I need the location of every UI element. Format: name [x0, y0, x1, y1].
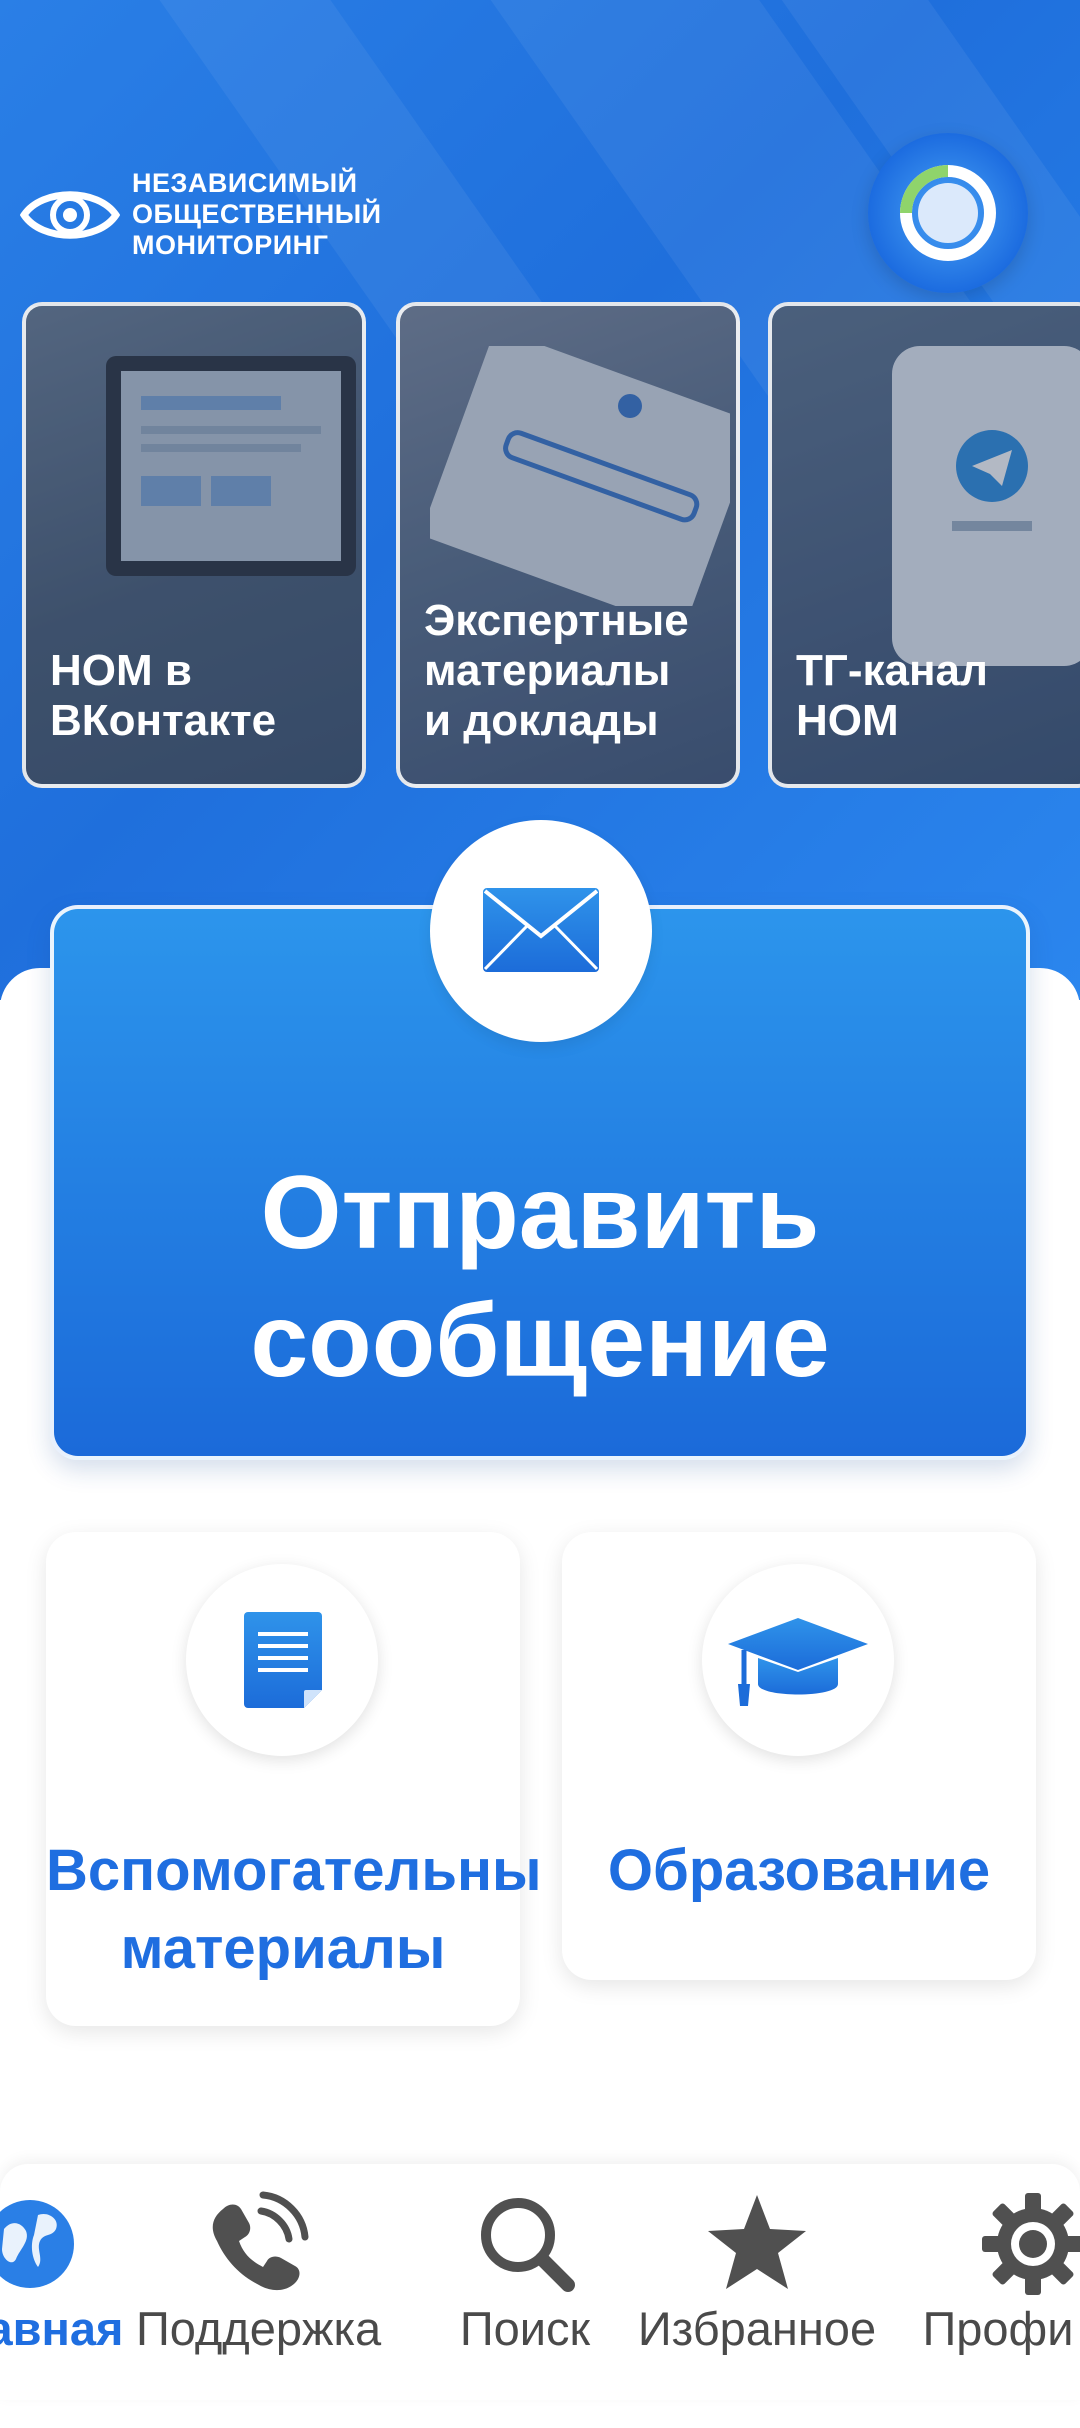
globe-icon — [0, 2200, 74, 2288]
profile-avatar[interactable] — [868, 133, 1028, 293]
star-icon — [708, 2195, 806, 2289]
eye-logo-icon — [20, 190, 120, 239]
gear-icon — [982, 2193, 1080, 2295]
nav-label-home: авная — [0, 2302, 124, 2355]
card-expert-materials[interactable]: Экспертные материалы и доклады — [396, 302, 740, 788]
logo-line-3: МОНИТОРИНГ — [132, 230, 329, 260]
document-icon — [244, 1612, 322, 1708]
tile-supporting-materials[interactable]: Вспомогательны материалы — [46, 1532, 542, 2026]
card-telegram[interactable]: ТГ-канал НОМ — [768, 302, 1080, 788]
card-vkontakte[interactable]: НОМ в ВКонтакте — [22, 302, 366, 788]
bottom-navigation: авная Поддержка Поиск Избранное Профи — [0, 2164, 1080, 2400]
tile-supporting-label: Вспомогательны материалы — [46, 1838, 542, 1981]
search-icon — [481, 2198, 575, 2292]
tile-icon-badge — [186, 1564, 378, 1756]
logo-text: НЕЗАВИСИМЫЙ ОБЩЕСТВЕННЫЙ МОНИТОРИНГ — [132, 168, 382, 261]
nav-label-favorites: Избранное — [637, 2302, 877, 2355]
card-vk-title: НОМ в ВКонтакте — [50, 646, 277, 745]
nav-item-home[interactable]: авная — [0, 2189, 150, 2356]
graduation-cap-icon — [728, 1618, 868, 1706]
tile-education-label: Образование — [607, 1838, 991, 1903]
nav-label-search: Поиск — [459, 2302, 591, 2355]
envelope-badge — [430, 820, 652, 1042]
tile-education[interactable]: Образование — [562, 1532, 1036, 1980]
phone-icon — [212, 2191, 309, 2291]
card-telegram-title: ТГ-канал НОМ — [796, 646, 988, 745]
progress-ring-icon — [900, 165, 996, 261]
nav-item-search[interactable]: Поиск — [440, 2189, 610, 2356]
envelope-icon — [483, 888, 599, 972]
app-logo: НЕЗАВИСИМЫЙ ОБЩЕСТВЕННЫЙ МОНИТОРИНГ — [20, 168, 382, 261]
nav-item-favorites[interactable]: Избранное — [612, 2189, 902, 2356]
logo-line-1: НЕЗАВИСИМЫЙ — [132, 168, 358, 198]
nav-label-profile: Профи — [922, 2302, 1074, 2355]
nav-item-profile[interactable]: Профи — [908, 2189, 1080, 2356]
tile-icon-badge — [702, 1564, 894, 1756]
logo-line-2: ОБЩЕСТВЕННЫЙ — [132, 199, 382, 229]
send-message-title: Отправить сообщение — [250, 1155, 830, 1399]
nav-label-support: Поддержка — [136, 2302, 382, 2355]
card-expert-title: Экспертные материалы и доклады — [424, 596, 689, 745]
nav-item-support[interactable]: Поддержка — [136, 2189, 382, 2356]
